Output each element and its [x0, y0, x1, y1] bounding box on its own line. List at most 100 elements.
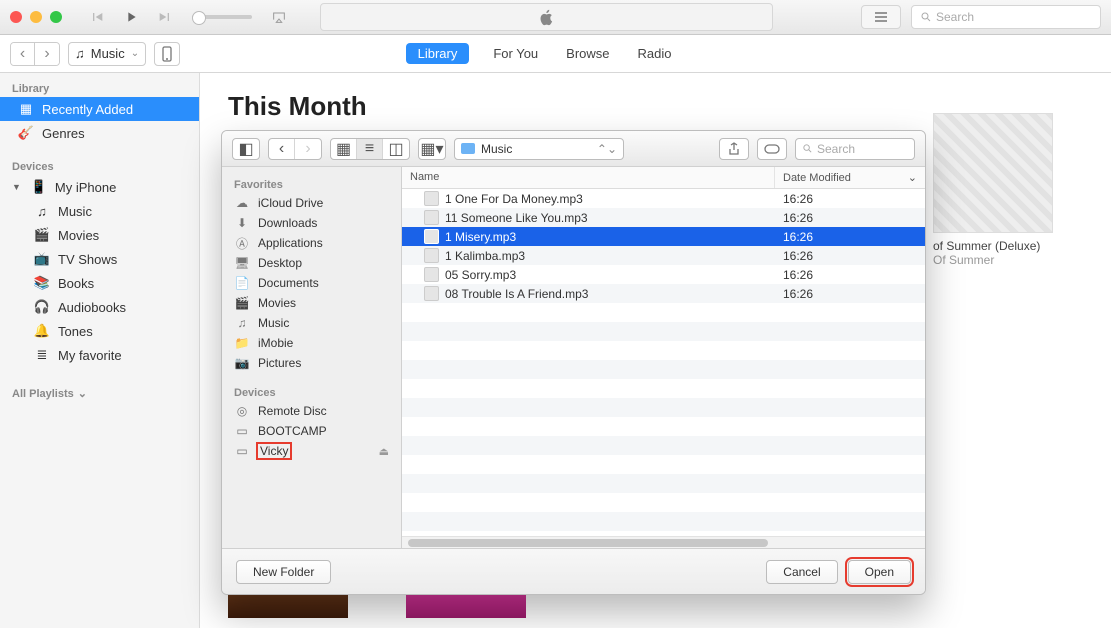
tags-button[interactable]	[757, 138, 787, 160]
file-name: 05 Sorry.mp3	[445, 268, 516, 282]
arrange-segment[interactable]: ▦▾	[418, 138, 446, 160]
dialog-sidebar-header-devices: Devices	[222, 381, 401, 401]
new-folder-button[interactable]: New Folder	[236, 560, 331, 584]
sidebar-toggle-segment[interactable]: ◧	[232, 138, 260, 160]
media-kind-dropdown[interactable]: ♫ Music ⌄	[68, 42, 146, 66]
sidebar-item-books[interactable]: 📚Books	[0, 271, 199, 295]
file-row[interactable]: 08 Trouble Is A Friend.mp316:26	[402, 284, 925, 303]
back-button[interactable]: ‹	[269, 139, 295, 159]
fullscreen-window-button[interactable]	[50, 11, 62, 23]
horizontal-scrollbar[interactable]	[402, 536, 925, 548]
file-row[interactable]: 1 Kalimba.mp3 16:26	[402, 246, 925, 265]
dialog-bottom-bar: New Folder Cancel Open	[222, 548, 925, 594]
dialog-sidebar-item-pictures[interactable]: 📷Pictures	[222, 353, 401, 373]
empty-row	[402, 303, 925, 322]
disclosure-triangle-icon[interactable]: ▼	[12, 182, 21, 192]
volume-slider[interactable]	[192, 15, 252, 19]
sidebar-item-music[interactable]: ♫Music	[0, 199, 199, 223]
tab-browse[interactable]: Browse	[562, 43, 613, 64]
minimize-window-button[interactable]	[30, 11, 42, 23]
sidebar-item-device[interactable]: ▼ 📱 My iPhone	[0, 175, 199, 199]
open-button[interactable]: Open	[848, 560, 911, 584]
sidebar-item-myfavorite[interactable]: ≣My favorite	[0, 343, 199, 367]
dialog-body: Favorites ☁︎iCloud Drive ⬇︎Downloads ⒶAp…	[222, 167, 925, 548]
movies-icon: 🎬	[234, 296, 250, 310]
sidebar: Library ▦ Recently Added 🎸 Genres Device…	[0, 73, 200, 628]
dialog-sidebar-item-bootcamp[interactable]: ▭BOOTCAMP	[222, 421, 401, 441]
file-icon	[424, 286, 439, 301]
drive-icon: ▭	[234, 444, 250, 458]
file-row[interactable]: 1 Misery.mp316:26	[402, 227, 925, 246]
forward-button[interactable]: ›	[35, 43, 59, 65]
chevron-updown-icon: ⌄	[131, 48, 139, 59]
applications-icon: Ⓐ	[234, 236, 250, 250]
dialog-sidebar-item-music[interactable]: ♫Music	[222, 313, 401, 333]
close-window-button[interactable]	[10, 11, 22, 23]
search-icon	[802, 143, 813, 154]
file-row[interactable]: 05 Sorry.mp3 16:26	[402, 265, 925, 284]
icon-view-button[interactable]: ▦	[331, 139, 357, 159]
search-placeholder: Search	[936, 10, 974, 24]
tab-radio[interactable]: Radio	[634, 43, 676, 64]
cancel-button[interactable]: Cancel	[766, 560, 837, 584]
column-header-date[interactable]: Date Modified⌄	[775, 167, 925, 188]
album-cover	[933, 113, 1053, 233]
sidebar-item-label: My iPhone	[55, 180, 116, 195]
sidebar-item-audiobooks[interactable]: 🎧Audiobooks	[0, 295, 199, 319]
sidebar-item-tvshows[interactable]: 📺TV Shows	[0, 247, 199, 271]
sidebar-item-recently-added[interactable]: ▦ Recently Added	[0, 97, 199, 121]
tab-for-you[interactable]: For You	[489, 43, 542, 64]
path-dropdown[interactable]: Music ⌃⌄	[454, 138, 624, 160]
sidebar-item-label: Recently Added	[42, 102, 133, 117]
dialog-sidebar-item-imobie[interactable]: 📁iMobie	[222, 333, 401, 353]
apple-logo-icon	[538, 8, 556, 26]
play-button[interactable]	[118, 7, 144, 27]
search-input[interactable]: Search	[911, 5, 1101, 29]
scrollbar-thumb[interactable]	[408, 539, 768, 547]
dialog-search-input[interactable]: Search	[795, 138, 915, 160]
file-row[interactable]: 11 Someone Like You.mp316:26	[402, 208, 925, 227]
forward-button[interactable]: ›	[295, 139, 321, 159]
sidebar-item-movies[interactable]: 🎬Movies	[0, 223, 199, 247]
device-button[interactable]	[154, 42, 180, 66]
dialog-sidebar-item-remote-disc[interactable]: ◎Remote Disc	[222, 401, 401, 421]
dialog-sidebar-item-icloud[interactable]: ☁︎iCloud Drive	[222, 193, 401, 213]
file-row[interactable]: 1 One For Da Money.mp316:26	[402, 189, 925, 208]
dialog-sidebar-header-favorites: Favorites	[222, 173, 401, 193]
file-name: 1 Kalimba.mp3	[445, 249, 525, 263]
empty-row	[402, 436, 925, 455]
eject-icon[interactable]: ⏏	[379, 445, 389, 458]
column-header-name[interactable]: Name	[402, 167, 775, 188]
list-view-button[interactable]: ≡	[357, 139, 383, 159]
airplay-icon[interactable]	[266, 7, 292, 27]
dialog-sidebar-item-applications[interactable]: ⒶApplications	[222, 233, 401, 253]
column-view-button[interactable]: ◫	[383, 139, 409, 159]
documents-icon: 📄	[234, 276, 250, 290]
dialog-sidebar-item-desktop[interactable]: 🖥Desktop	[222, 253, 401, 273]
next-track-button[interactable]	[152, 7, 178, 27]
dialog-sidebar-item-movies[interactable]: 🎬Movies	[222, 293, 401, 313]
dialog-sidebar-item-downloads[interactable]: ⬇︎Downloads	[222, 213, 401, 233]
tab-library[interactable]: Library	[406, 43, 470, 64]
share-button[interactable]	[719, 138, 749, 160]
album-card[interactable]: of Summer (Deluxe) Of Summer	[933, 113, 1073, 267]
guitar-icon: 🎸	[18, 125, 34, 141]
dialog-sidebar-item-vicky[interactable]: ▭Vicky⏏	[222, 441, 401, 461]
empty-row	[402, 360, 925, 379]
file-list[interactable]: 1 One For Da Money.mp316:2611 Someone Li…	[402, 189, 925, 536]
desktop-icon: 🖥	[234, 256, 250, 270]
prev-track-button[interactable]	[84, 7, 110, 27]
sidebar-item-genres[interactable]: 🎸 Genres	[0, 121, 199, 145]
now-playing-lcd	[320, 3, 773, 31]
file-date: 16:26	[775, 287, 925, 301]
file-date: 16:26	[775, 249, 925, 263]
folder-icon: 📁	[234, 336, 250, 350]
list-view-button[interactable]	[861, 5, 901, 29]
disc-icon: ◎	[234, 404, 250, 418]
dialog-sidebar-item-documents[interactable]: 📄Documents	[222, 273, 401, 293]
sidebar-item-tones[interactable]: 🔔Tones	[0, 319, 199, 343]
sidebar-all-playlists[interactable]: All Playlists⌄	[0, 381, 199, 402]
file-name: 1 Misery.mp3	[445, 230, 516, 244]
file-date: 16:26	[775, 268, 925, 282]
back-button[interactable]: ‹	[11, 43, 35, 65]
